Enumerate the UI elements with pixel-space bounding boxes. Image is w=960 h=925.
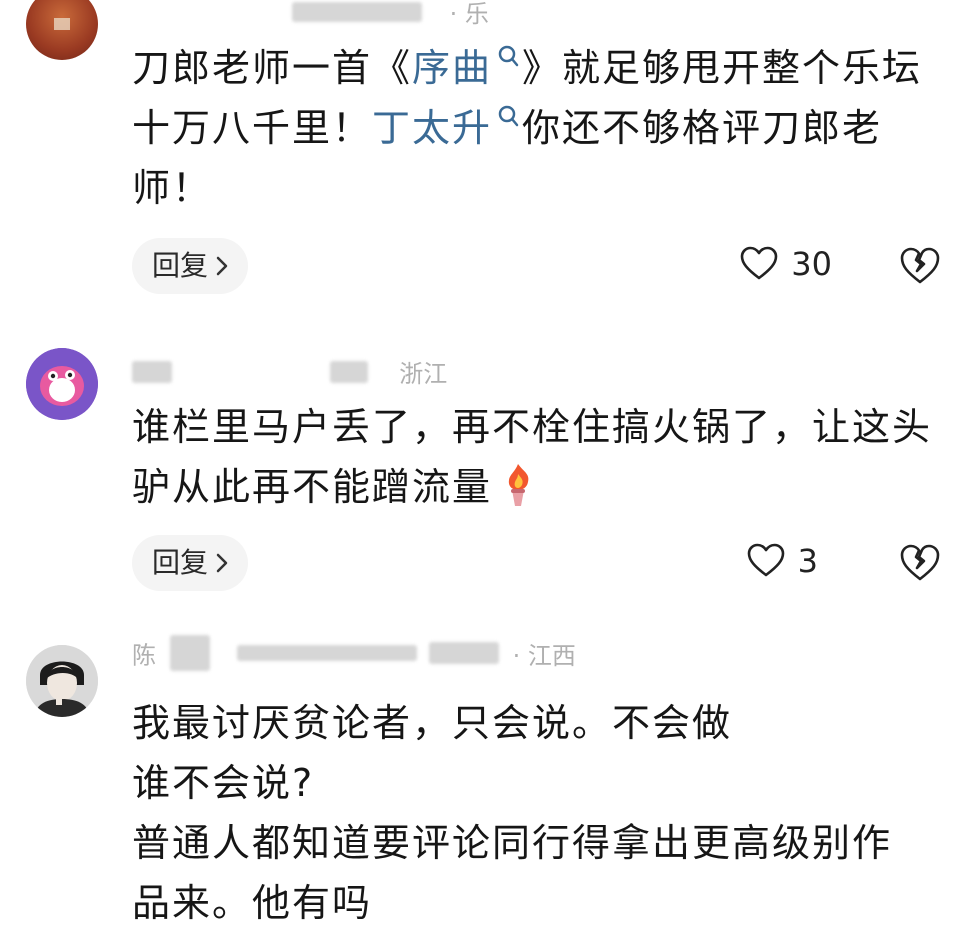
avatar-image <box>26 645 98 717</box>
like-button[interactable]: 30 <box>739 244 832 284</box>
dislike-button[interactable] <box>898 541 942 585</box>
meta-location: 浙江 <box>399 360 448 388</box>
dislike-button[interactable] <box>898 244 942 288</box>
comment-actions: 回复 30 <box>132 238 942 294</box>
avatar-image <box>26 348 98 420</box>
username-blurred[interactable] <box>132 360 172 383</box>
chevron-right-icon <box>216 553 228 573</box>
username-blurred[interactable] <box>292 1 422 22</box>
comment-text: 刀郎老师一首《序曲 》就足够甩开整个乐坛十万八千里！丁太升 你还不够格评刀郎老师！ <box>132 38 942 218</box>
username-blurred <box>329 360 368 383</box>
avatar[interactable] <box>26 348 98 420</box>
comment-line: 普通人都知道要评论同行得拿出更高级别作 <box>132 821 893 865</box>
meta-time-blurred <box>237 645 418 661</box>
avatar[interactable] <box>26 0 98 60</box>
search-icon <box>498 105 519 127</box>
reply-button[interactable]: 回复 <box>132 535 249 591</box>
username-blurred[interactable] <box>169 635 210 671</box>
chevron-right-icon <box>216 256 228 276</box>
reply-label: 回复 <box>152 546 209 579</box>
comment-text: 谁栏里马户丢了，再不栓住搞火锅了，让这头驴从此再不能蹭流量 <box>132 397 942 517</box>
avatar-image <box>54 18 70 30</box>
comment-meta: 陈 · 江西 <box>132 635 576 671</box>
comment-line: 谁不会说? <box>132 761 315 805</box>
meta-name-initial: 陈 <box>132 641 156 670</box>
avatar[interactable] <box>26 645 98 717</box>
text-segment: 刀郎老师一首《 <box>132 46 413 90</box>
heart-outline-icon <box>740 246 778 280</box>
topic-link-xuqu[interactable]: 序曲 <box>412 45 522 90</box>
like-button[interactable]: 3 <box>746 541 818 581</box>
topic-link-dingtaisheng[interactable]: 丁太升 <box>372 105 522 150</box>
broken-heart-icon <box>900 544 940 581</box>
like-count: 30 <box>791 245 832 283</box>
meta-location: · 乐 <box>449 0 489 28</box>
comment-actions: 回复 3 <box>132 535 942 591</box>
comment-line: 我最讨厌贫论者，只会说。不会做 <box>132 701 733 745</box>
torch-emoji-icon <box>508 464 529 506</box>
broken-heart-icon <box>900 247 940 284</box>
comment-meta: 浙江 <box>132 354 447 389</box>
reply-label: 回复 <box>152 249 209 282</box>
comment-line: 品来。他有吗 <box>132 881 373 925</box>
reply-button[interactable]: 回复 <box>132 238 249 294</box>
meta-time-blurred <box>428 642 499 664</box>
meta-location: · 江西 <box>512 641 576 670</box>
like-count: 3 <box>797 542 818 580</box>
comment-text: 我最讨厌贫论者，只会说。不会做 谁不会说? 普通人都知道要评论同行得拿出更高级别… <box>132 693 942 925</box>
comment-meta: · 乐 <box>132 0 489 29</box>
heart-outline-icon <box>747 543 784 577</box>
search-icon <box>498 45 519 67</box>
